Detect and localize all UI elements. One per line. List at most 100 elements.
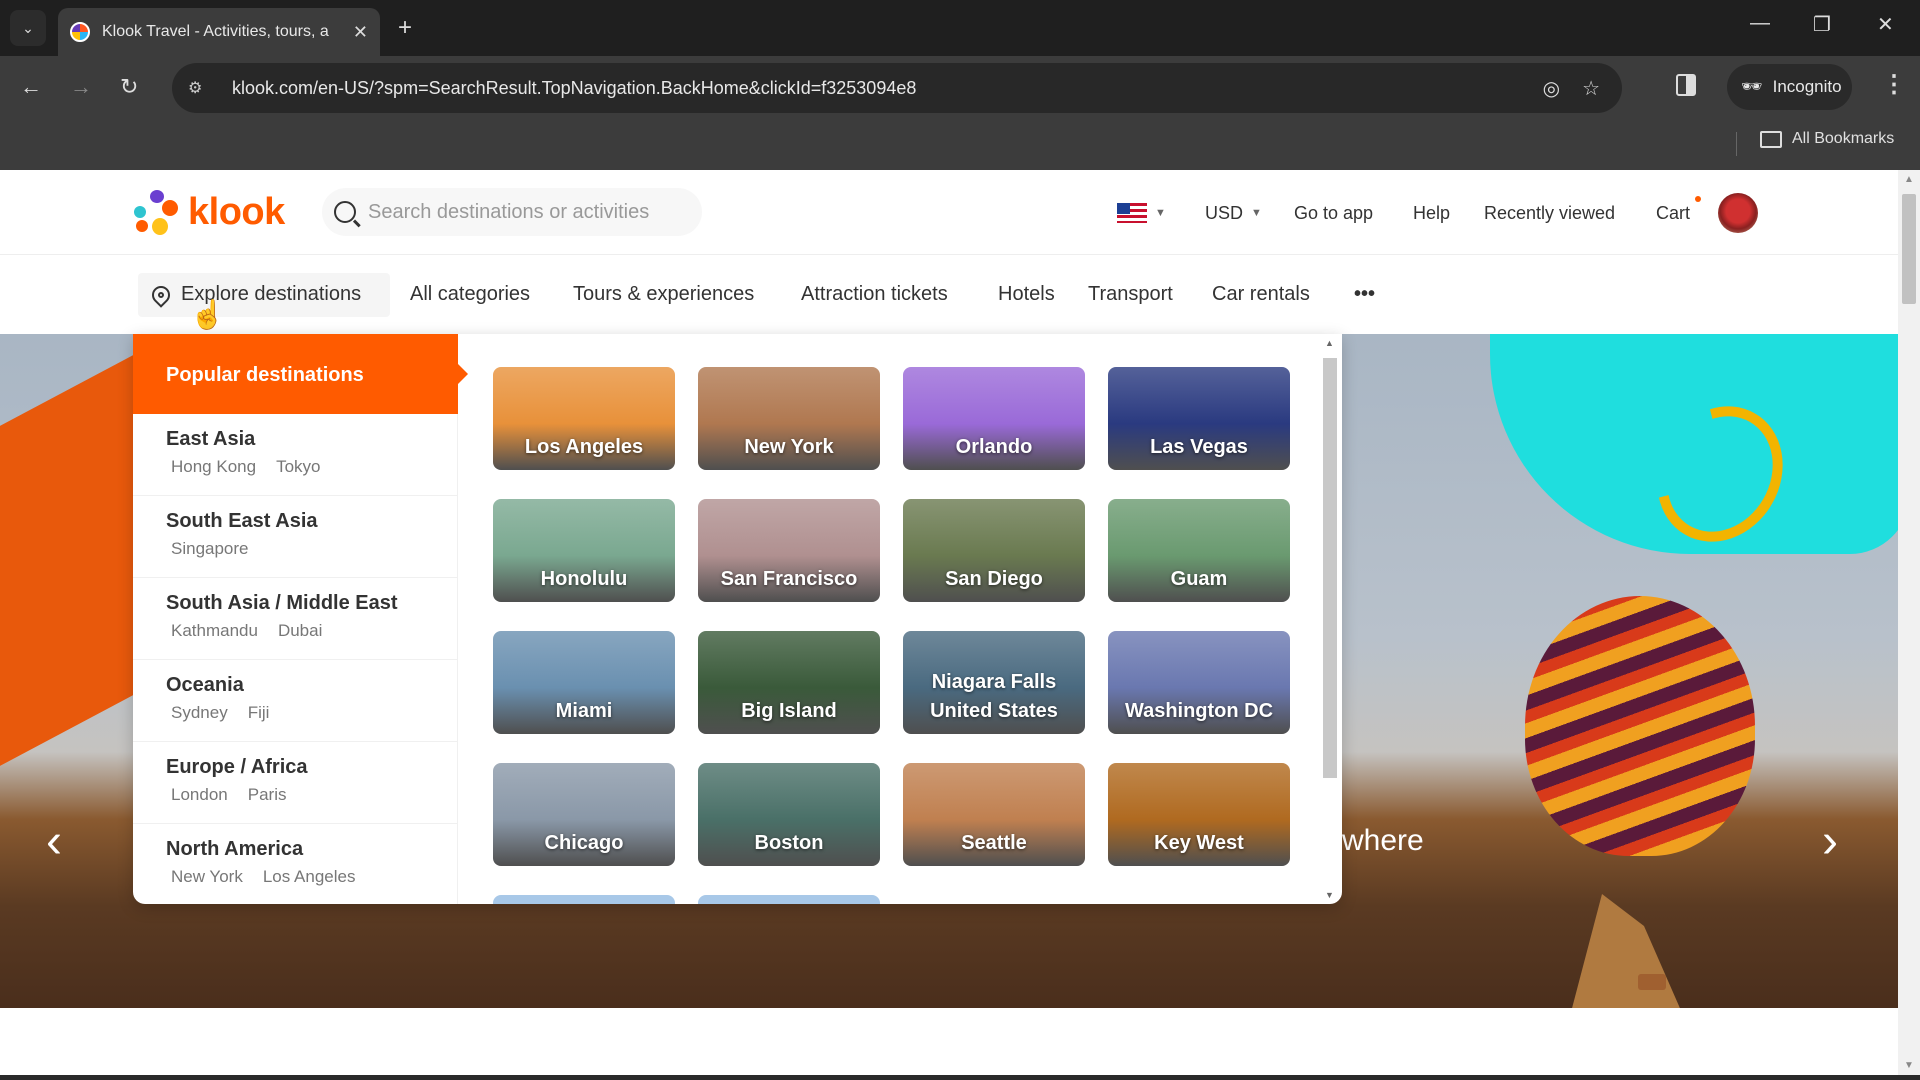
destination-tile[interactable]: Chicago bbox=[493, 763, 675, 866]
destination-tile[interactable]: Miami bbox=[493, 631, 675, 734]
cart-notification-dot bbox=[1695, 196, 1701, 202]
region-city-link[interactable]: Tokyo bbox=[276, 457, 320, 476]
region-name[interactable]: Oceania bbox=[166, 674, 458, 697]
user-avatar[interactable] bbox=[1718, 193, 1758, 233]
destination-tile[interactable]: Las Vegas bbox=[1108, 367, 1290, 470]
destination-label: Orlando bbox=[955, 436, 1033, 458]
page-scroll-up-icon[interactable]: ▲ bbox=[1904, 174, 1914, 185]
destination-tile[interactable]: Key West bbox=[1108, 763, 1290, 866]
nav-tours-experiences[interactable]: Tours & experiences bbox=[573, 283, 754, 306]
dropdown-scroll-thumb[interactable] bbox=[1323, 358, 1337, 778]
minimize-icon[interactable]: — bbox=[1750, 12, 1770, 35]
browser-menu-icon[interactable]: ⋮ bbox=[1882, 70, 1906, 99]
region-cities: Hong Kong Tokyo bbox=[166, 457, 458, 477]
nav-all-categories[interactable]: All categories bbox=[410, 283, 530, 306]
destination-tile[interactable]: Los Angeles bbox=[493, 367, 675, 470]
region-name[interactable]: East Asia bbox=[166, 428, 458, 451]
destination-tile[interactable]: Seattle bbox=[903, 763, 1085, 866]
nav-more-icon[interactable]: ••• bbox=[1354, 283, 1375, 306]
region-item[interactable]: South East Asia Singapore bbox=[133, 496, 458, 578]
url-text[interactable]: klook.com/en-US/?spm=SearchResult.TopNav… bbox=[232, 78, 1543, 99]
destination-tile[interactable]: Big Island bbox=[698, 631, 880, 734]
bookmark-star-icon[interactable]: ☆ bbox=[1582, 76, 1600, 101]
page-scroll-thumb[interactable] bbox=[1902, 194, 1916, 304]
destination-tile[interactable]: San Diego bbox=[903, 499, 1085, 602]
browser-tab-strip: ⌄ Klook Travel - Activities, tours, a ✕ … bbox=[0, 0, 1920, 56]
destination-label: Boston bbox=[754, 832, 824, 854]
nav-car-rentals[interactable]: Car rentals bbox=[1212, 283, 1310, 306]
destination-tile-partial[interactable] bbox=[493, 895, 675, 904]
help-link[interactable]: Help bbox=[1413, 198, 1450, 228]
search-icon bbox=[334, 201, 356, 223]
destination-tile[interactable]: San Francisco bbox=[698, 499, 880, 602]
destination-tile[interactable]: Washington DC bbox=[1108, 631, 1290, 734]
region-city-link[interactable]: London bbox=[171, 785, 228, 804]
currency-label: USD bbox=[1205, 202, 1244, 223]
destination-label: Seattle bbox=[961, 832, 1027, 854]
incognito-badge[interactable]: 🕶 Incognito bbox=[1727, 64, 1852, 110]
region-city-link[interactable]: Singapore bbox=[171, 539, 249, 558]
region-city-link[interactable]: Los Angeles bbox=[263, 867, 356, 886]
language-selector[interactable]: ▼ bbox=[1117, 198, 1166, 228]
destination-label: New York bbox=[744, 436, 834, 458]
destination-tile[interactable]: Orlando bbox=[903, 367, 1085, 470]
destination-tile-partial[interactable] bbox=[698, 895, 880, 904]
nav-hotels[interactable]: Hotels bbox=[998, 283, 1055, 306]
klook-logo-icon bbox=[132, 188, 180, 236]
dropdown-scrollbar[interactable]: ▲ ▼ bbox=[1321, 338, 1339, 900]
destination-tile[interactable]: Boston bbox=[698, 763, 880, 866]
page-scroll-down-icon[interactable]: ▼ bbox=[1904, 1060, 1914, 1071]
popular-destinations-tab[interactable]: Popular destinations bbox=[133, 334, 468, 414]
tab-search-button[interactable]: ⌄ bbox=[10, 10, 46, 46]
scroll-down-icon[interactable]: ▼ bbox=[1325, 890, 1334, 900]
region-item[interactable]: East Asia Hong Kong Tokyo bbox=[133, 414, 458, 496]
back-icon[interactable]: ← bbox=[20, 74, 42, 100]
close-window-icon[interactable]: ✕ bbox=[1877, 12, 1894, 37]
carousel-next-icon[interactable]: › bbox=[1822, 814, 1838, 869]
forward-icon[interactable]: → bbox=[70, 74, 92, 100]
region-name[interactable]: South East Asia bbox=[166, 510, 458, 533]
currency-selector[interactable]: USD ▼ bbox=[1205, 198, 1262, 228]
region-city-link[interactable]: Kathmandu bbox=[171, 621, 258, 640]
region-name[interactable]: Europe / Africa bbox=[166, 756, 458, 779]
site-info-icon[interactable]: ⚙ bbox=[188, 78, 212, 98]
cart-link[interactable]: Cart bbox=[1656, 198, 1690, 228]
region-city-link[interactable]: Paris bbox=[248, 785, 287, 804]
region-city-link[interactable]: Sydney bbox=[171, 703, 228, 722]
eye-off-icon[interactable]: ◎ bbox=[1543, 76, 1560, 101]
scroll-up-icon[interactable]: ▲ bbox=[1325, 338, 1334, 348]
klook-logo[interactable]: klook bbox=[132, 188, 285, 236]
destination-label: Key West bbox=[1154, 832, 1244, 854]
browser-tab[interactable]: Klook Travel - Activities, tours, a ✕ bbox=[58, 8, 380, 56]
region-city-link[interactable]: Hong Kong bbox=[171, 457, 256, 476]
destination-label: Washington DC bbox=[1124, 700, 1274, 722]
new-tab-button[interactable]: + bbox=[398, 14, 412, 42]
region-name[interactable]: South Asia / Middle East bbox=[166, 592, 458, 615]
search-input[interactable]: Search destinations or activities bbox=[322, 188, 702, 236]
destination-tile[interactable]: Niagara Falls United States bbox=[903, 631, 1085, 734]
region-name[interactable]: North America bbox=[166, 838, 458, 861]
region-city-link[interactable]: New York bbox=[171, 867, 243, 886]
carousel-prev-icon[interactable]: ‹ bbox=[46, 814, 62, 869]
destination-tile[interactable]: New York bbox=[698, 367, 880, 470]
region-item[interactable]: Oceania Sydney Fiji bbox=[133, 660, 458, 742]
page-scrollbar[interactable]: ▲ ▼ bbox=[1898, 170, 1920, 1075]
address-bar[interactable]: ⚙ klook.com/en-US/?spm=SearchResult.TopN… bbox=[172, 63, 1622, 113]
reload-icon[interactable]: ↻ bbox=[120, 74, 138, 100]
nav-attraction-tickets[interactable]: Attraction tickets bbox=[801, 283, 948, 306]
region-item[interactable]: Europe / Africa London Paris bbox=[133, 742, 458, 824]
restore-icon[interactable]: ❐ bbox=[1813, 12, 1831, 37]
close-tab-icon[interactable]: ✕ bbox=[353, 22, 368, 43]
region-item[interactable]: South Asia / Middle East Kathmandu Dubai bbox=[133, 578, 458, 660]
region-cities: Singapore bbox=[166, 539, 458, 559]
region-item[interactable]: North America New York Los Angeles bbox=[133, 824, 458, 904]
side-panel-icon[interactable] bbox=[1676, 74, 1696, 96]
go-to-app-link[interactable]: Go to app bbox=[1294, 198, 1373, 228]
all-bookmarks-button[interactable]: All Bookmarks bbox=[1760, 130, 1894, 148]
destination-tile[interactable]: Honolulu bbox=[493, 499, 675, 602]
region-city-link[interactable]: Dubai bbox=[278, 621, 322, 640]
nav-transport[interactable]: Transport bbox=[1088, 283, 1173, 306]
recently-viewed-link[interactable]: Recently viewed bbox=[1484, 198, 1615, 228]
destination-tile[interactable]: Guam bbox=[1108, 499, 1290, 602]
region-city-link[interactable]: Fiji bbox=[248, 703, 270, 722]
